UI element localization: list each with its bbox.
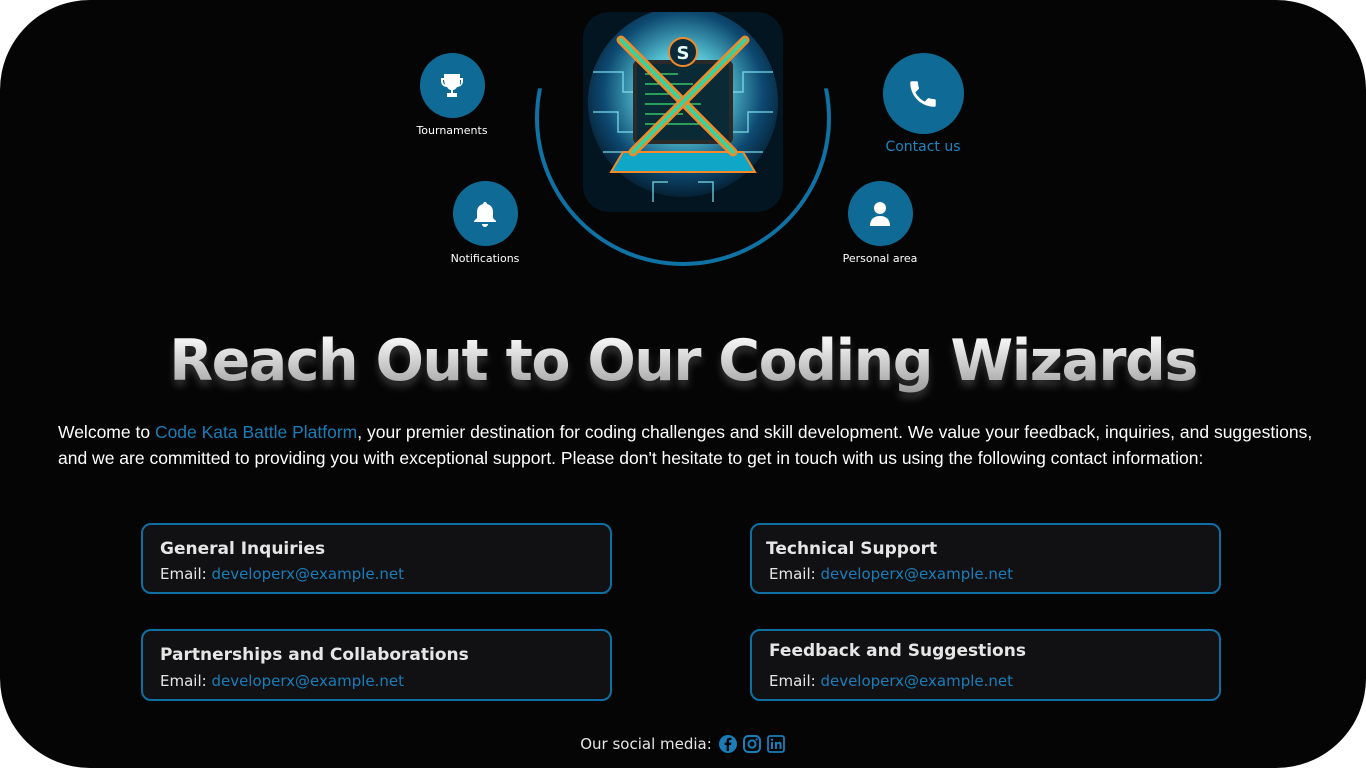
contact-label: Contact us <box>885 139 961 155</box>
card-title: Feedback and Suggestions <box>769 641 1026 661</box>
trophy-icon <box>441 73 463 97</box>
email-label: Email: <box>160 672 212 690</box>
intro-prefix: Welcome to <box>58 422 155 442</box>
intro-paragraph: Welcome to Code Kata Battle Platform, yo… <box>58 419 1318 471</box>
tournaments-label: Tournaments <box>416 124 488 137</box>
notifications-button[interactable] <box>452 181 518 246</box>
contact-card-partnerships: Partnerships and Collaborations Email: d… <box>141 629 612 701</box>
email-label: Email: <box>769 672 821 690</box>
facebook-icon[interactable] <box>718 734 738 754</box>
nav-notifications[interactable]: Notifications <box>435 181 535 265</box>
contact-button[interactable] <box>882 53 964 134</box>
card-email: Email: developerx@example.net <box>160 672 404 690</box>
card-email: Email: developerx@example.net <box>769 565 1013 583</box>
page-title: Reach Out to Our Coding Wizards <box>0 328 1366 394</box>
user-icon <box>870 201 890 226</box>
linkedin-icon[interactable] <box>766 734 786 754</box>
email-link[interactable]: developerx@example.net <box>211 672 404 690</box>
contact-card-technical-support: Technical Support Email: developerx@exam… <box>750 523 1221 594</box>
page-frame: S Tournaments Notifications Contact us P… <box>0 0 1366 768</box>
card-title: General Inquiries <box>160 539 326 559</box>
contact-card-feedback: Feedback and Suggestions Email: develope… <box>750 629 1221 701</box>
social-label: Our social media: <box>580 735 712 753</box>
social-media-bar: Our social media: <box>0 734 1366 754</box>
personal-area-button[interactable] <box>847 181 913 246</box>
bell-icon <box>474 201 496 227</box>
instagram-icon[interactable] <box>742 734 762 754</box>
email-link[interactable]: developerx@example.net <box>820 565 1013 583</box>
nav-contact-us[interactable]: Contact us <box>873 53 973 155</box>
card-email: Email: developerx@example.net <box>769 672 1013 690</box>
crossed-swords-laptop-logo[interactable]: S <box>583 12 783 212</box>
card-title: Technical Support <box>766 539 938 559</box>
notifications-label: Notifications <box>450 252 520 265</box>
card-title: Partnerships and Collaborations <box>160 645 469 665</box>
personal-area-label: Personal area <box>842 252 918 265</box>
email-label: Email: <box>769 565 821 583</box>
platform-link[interactable]: Code Kata Battle Platform <box>155 422 357 442</box>
svg-text:S: S <box>677 43 690 64</box>
card-email: Email: developerx@example.net <box>160 565 404 583</box>
email-link[interactable]: developerx@example.net <box>820 672 1013 690</box>
nav-tournaments[interactable]: Tournaments <box>402 53 502 137</box>
email-link[interactable]: developerx@example.net <box>211 565 404 583</box>
contact-card-general-inquiries: General Inquiries Email: developerx@exam… <box>141 523 612 594</box>
phone-icon <box>910 80 936 107</box>
tournaments-button[interactable] <box>419 53 485 118</box>
email-label: Email: <box>160 565 212 583</box>
nav-personal-area[interactable]: Personal area <box>830 181 930 265</box>
